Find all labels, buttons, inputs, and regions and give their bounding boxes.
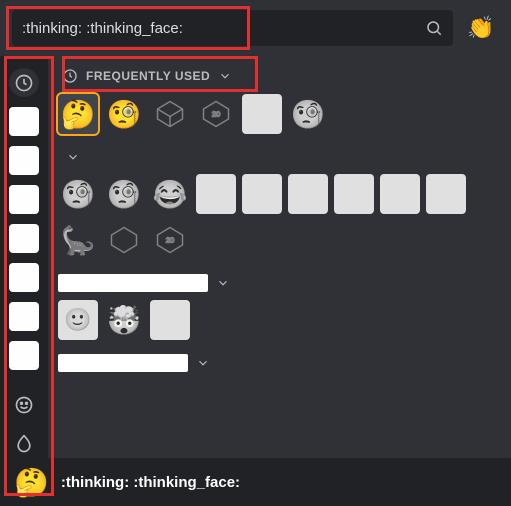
server1-grid: 🧐 🧐 😂 🦕 20	[58, 170, 501, 270]
emoji-item[interactable]	[150, 300, 190, 340]
search-icon	[425, 19, 443, 37]
chevron-down-icon	[218, 69, 232, 83]
category-server-7[interactable]	[9, 341, 39, 370]
frequent-emoji-grid: 🤔 🧐 20 🧐	[58, 90, 501, 144]
emoji-item[interactable]	[196, 174, 236, 214]
svg-text:20: 20	[212, 110, 220, 119]
category-server-6[interactable]	[9, 302, 39, 331]
clap-emoji-icon: 👏	[467, 15, 494, 41]
chevron-down-icon	[216, 276, 230, 290]
server-name-placeholder	[58, 354, 188, 372]
server-section-1[interactable]	[58, 144, 501, 170]
emoji-custom-dragon-noises[interactable]	[242, 94, 282, 134]
emoji-panel: FREQUENTLY USED 🤔 🧐 20 🧐 🧐 🧐	[48, 56, 511, 458]
chevron-down-icon	[66, 150, 80, 164]
emoji-d20[interactable]: 20	[150, 220, 190, 260]
emoji-search-input[interactable]	[22, 20, 419, 37]
server-section-3[interactable]	[58, 350, 501, 376]
category-server-1[interactable]	[9, 107, 39, 136]
emoji-item[interactable]: 😂	[150, 174, 190, 214]
search-input-wrap	[12, 10, 453, 46]
section-frequently-used[interactable]: FREQUENTLY USED	[58, 62, 501, 90]
chevron-down-icon	[196, 356, 210, 370]
section-label: FREQUENTLY USED	[86, 69, 210, 83]
server-section-2[interactable]	[58, 270, 501, 296]
svg-text:20: 20	[166, 236, 174, 245]
emoji-d20-a[interactable]	[150, 94, 190, 134]
category-rail	[0, 56, 48, 458]
server-name-placeholder	[58, 274, 208, 292]
category-recent[interactable]	[9, 68, 39, 97]
emoji-item[interactable]	[334, 174, 374, 214]
emoji-monocle-grey[interactable]: 🧐	[288, 94, 328, 134]
emoji-thinking[interactable]: 🤔	[58, 94, 98, 134]
emoji-item[interactable]: 🦕	[58, 220, 98, 260]
emoji-picker-topbar: 👏	[0, 0, 511, 56]
category-server-3[interactable]	[9, 185, 39, 214]
emoji-preview-footer: 🤔 :thinking: :thinking_face:	[0, 458, 511, 506]
emoji-item[interactable]	[288, 174, 328, 214]
emoji-item[interactable]: 🧐	[104, 174, 144, 214]
emoji-monocle[interactable]: 🧐	[104, 94, 144, 134]
emoji-item[interactable]: 🙂	[58, 300, 98, 340]
clock-icon	[62, 68, 78, 84]
server2-grid: 🙂 🤯	[58, 296, 501, 350]
preview-emoji-icon: 🤔	[14, 466, 49, 499]
skin-tone-picker[interactable]: 👏	[463, 10, 499, 46]
preview-emoji-label: :thinking: :thinking_face:	[61, 474, 240, 491]
emoji-d20[interactable]	[104, 220, 144, 260]
emoji-item[interactable]: 🤯	[104, 300, 144, 340]
emoji-d20-b[interactable]: 20	[196, 94, 236, 134]
category-server-5[interactable]	[9, 263, 39, 292]
category-server-2[interactable]	[9, 146, 39, 175]
emoji-item[interactable]	[242, 174, 282, 214]
emoji-item[interactable]: 🧐	[58, 174, 98, 214]
category-server-4[interactable]	[9, 224, 39, 253]
emoji-item[interactable]	[380, 174, 420, 214]
emoji-item[interactable]	[426, 174, 466, 214]
category-nature[interactable]	[9, 429, 39, 458]
category-people[interactable]	[9, 390, 39, 419]
